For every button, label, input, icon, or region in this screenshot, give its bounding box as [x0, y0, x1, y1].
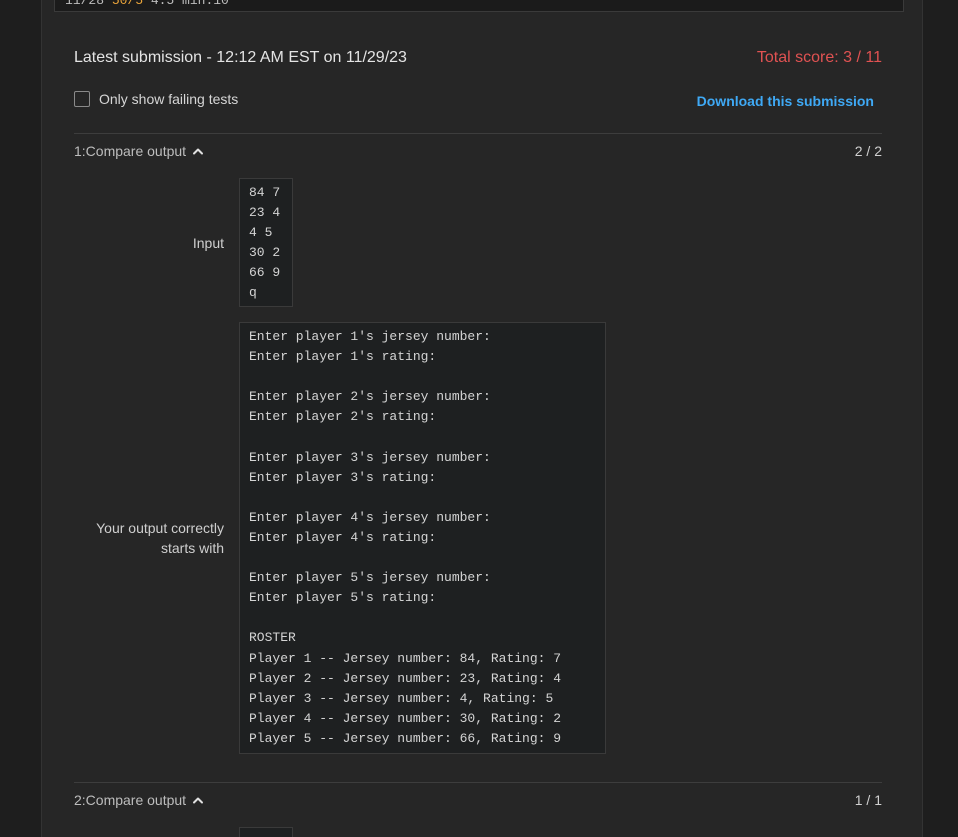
- code-text: 11/28: [65, 0, 112, 8]
- test-1-header: 1:Compare output 2 / 2: [74, 143, 882, 163]
- test-1-score: 2 / 2: [854, 143, 882, 159]
- output-label-line1: Your output correctly: [96, 520, 224, 536]
- test-1-toggle[interactable]: 1:Compare output: [74, 143, 204, 159]
- total-score: Total score: 3 / 11: [756, 49, 882, 66]
- only-failing-checkbox[interactable]: [74, 91, 90, 107]
- only-failing-toggle[interactable]: Only show failing tests: [74, 91, 238, 107]
- only-failing-label: Only show failing tests: [99, 91, 239, 107]
- test-1-title: 1:Compare output: [74, 143, 187, 159]
- previous-code-snippet: 11/28 50/5 4.5 min:10: [54, 0, 904, 12]
- input-label: Input: [192, 235, 224, 251]
- output-label-line2: starts with: [160, 540, 224, 556]
- test-2-title: 2:Compare output: [74, 792, 187, 808]
- divider: [74, 782, 882, 783]
- output-label: Your output correctly starts with: [74, 518, 224, 558]
- test-2-input-box: [239, 827, 293, 837]
- divider: [74, 133, 882, 134]
- code-text-rest: 4.5 min:10: [143, 0, 229, 8]
- code-highlight: 50/5: [111, 0, 144, 8]
- chevron-up-icon: [193, 797, 204, 804]
- submission-title: Latest submission - 12:12 AM EST on 11/2…: [74, 49, 407, 66]
- test-2-header: 2:Compare output 1 / 1: [74, 792, 882, 812]
- output-box: Enter player 1's jersey number: Enter pl…: [239, 322, 606, 754]
- test-2-toggle[interactable]: 2:Compare output: [74, 792, 204, 808]
- input-box: 84 7 23 4 4 5 30 2 66 9 q: [239, 178, 293, 307]
- test-2-score: 1 / 1: [854, 792, 882, 808]
- page: 11/28 50/5 4.5 min:10 Latest submission …: [0, 0, 958, 837]
- chevron-up-icon: [193, 148, 204, 155]
- submission-panel: 11/28 50/5 4.5 min:10 Latest submission …: [41, 0, 923, 837]
- download-submission-link[interactable]: Download this submission: [697, 93, 874, 109]
